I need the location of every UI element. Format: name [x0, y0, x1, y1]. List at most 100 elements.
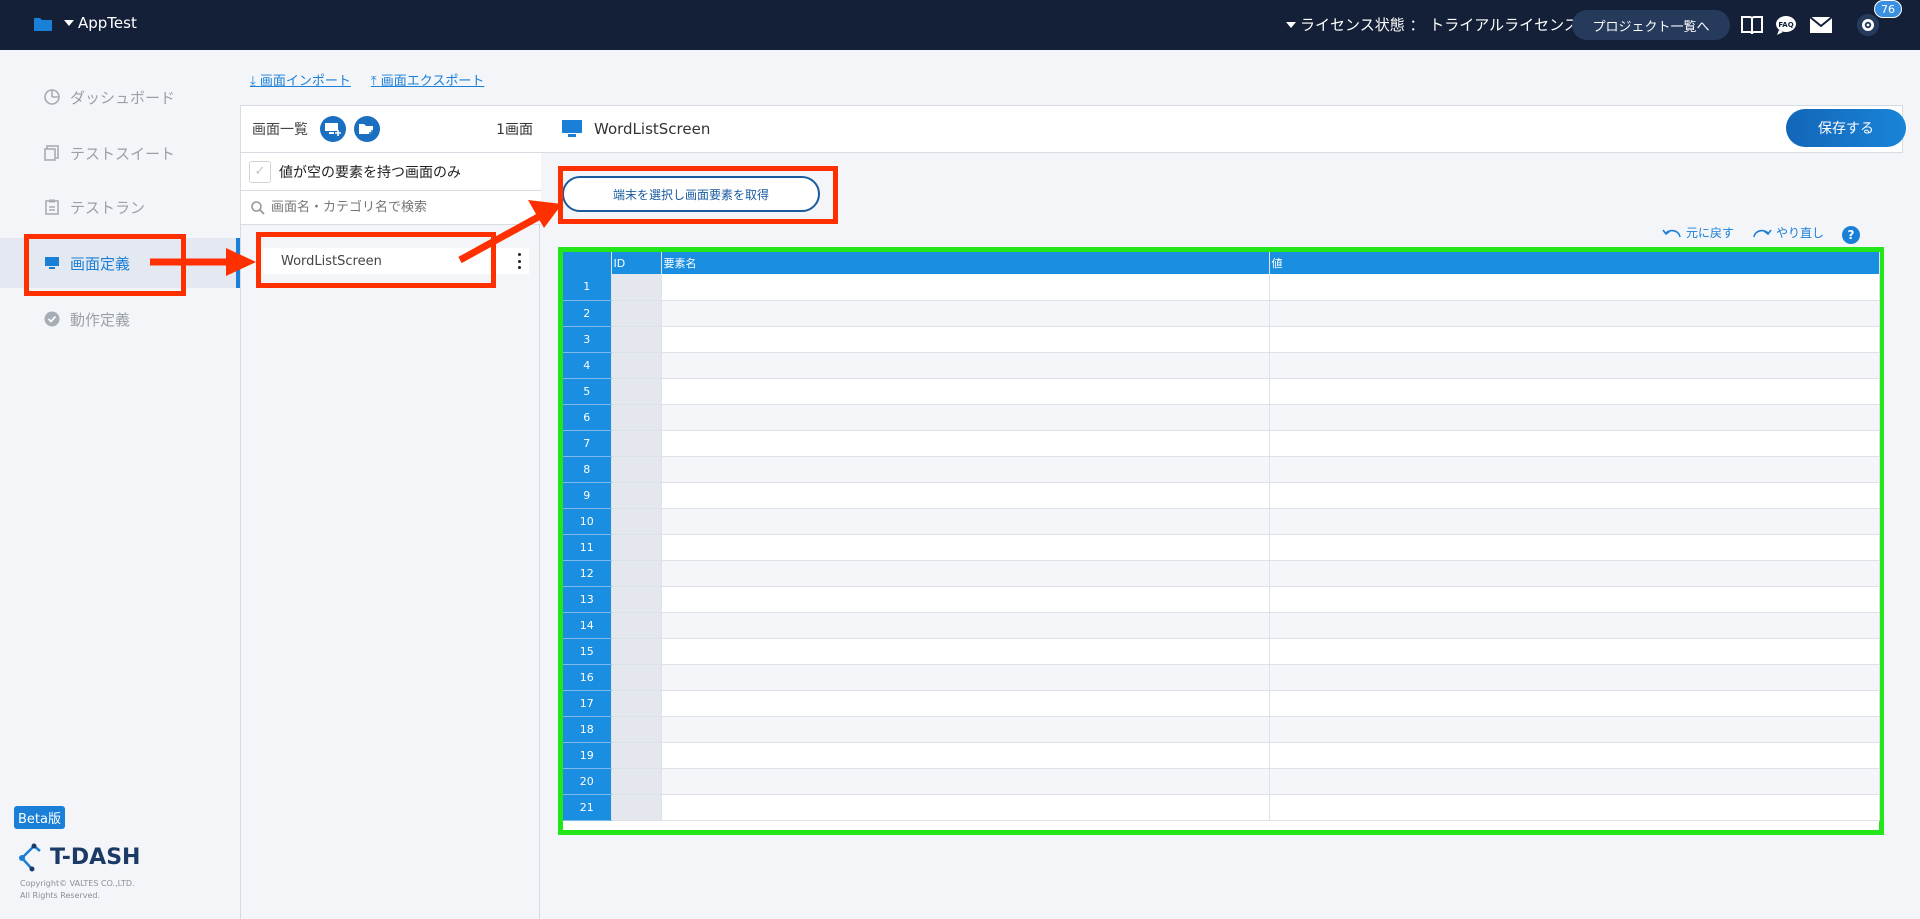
id-cell[interactable] [611, 768, 662, 795]
row-number[interactable]: 14 [563, 612, 612, 639]
value-cell[interactable] [1269, 794, 1880, 821]
sidebar-item-action-definition[interactable]: 動作定義 [0, 294, 240, 344]
row-number[interactable]: 18 [563, 716, 612, 743]
row-number[interactable]: 13 [563, 586, 612, 613]
element-name-cell[interactable] [661, 612, 1270, 639]
element-name-cell[interactable] [661, 638, 1270, 665]
id-cell[interactable] [611, 690, 662, 717]
element-name-cell[interactable] [661, 300, 1270, 327]
value-cell[interactable] [1269, 508, 1880, 535]
value-cell[interactable] [1269, 274, 1880, 301]
value-cell[interactable] [1269, 430, 1880, 457]
element-name-cell[interactable] [661, 768, 1270, 795]
row-number[interactable]: 19 [563, 742, 612, 769]
id-cell[interactable] [611, 378, 662, 405]
save-button[interactable]: 保存する [1786, 109, 1906, 147]
value-cell[interactable] [1269, 404, 1880, 431]
id-cell[interactable] [611, 794, 662, 821]
value-cell[interactable] [1269, 742, 1880, 769]
row-number[interactable]: 16 [563, 664, 612, 691]
element-name-cell[interactable] [661, 482, 1270, 509]
license-status[interactable]: ライセンス状態 ： トライアルライセンス [1286, 14, 1579, 35]
element-name-cell[interactable] [661, 560, 1270, 587]
row-number[interactable]: 20 [563, 768, 612, 795]
id-cell[interactable] [611, 508, 662, 535]
row-number[interactable]: 21 [563, 794, 612, 821]
id-cell[interactable] [611, 664, 662, 691]
row-number[interactable]: 11 [563, 534, 612, 561]
value-cell[interactable] [1269, 586, 1880, 613]
faq-icon[interactable]: FAQ [1774, 13, 1798, 37]
redo-button[interactable]: やり直し [1752, 224, 1824, 241]
row-number[interactable]: 10 [563, 508, 612, 535]
id-cell[interactable] [611, 560, 662, 587]
row-number[interactable]: 5 [563, 378, 612, 405]
id-cell[interactable] [611, 534, 662, 561]
element-name-cell[interactable] [661, 794, 1270, 821]
notification-badge[interactable]: 76 [1874, 0, 1902, 18]
id-cell[interactable] [611, 326, 662, 353]
folder-icon[interactable] [34, 16, 52, 31]
element-name-cell[interactable] [661, 586, 1270, 613]
row-number[interactable]: 9 [563, 482, 612, 509]
id-cell[interactable] [611, 482, 662, 509]
app-selector[interactable]: AppTest [64, 14, 137, 32]
row-number[interactable]: 3 [563, 326, 612, 353]
value-cell[interactable] [1269, 300, 1880, 327]
id-cell[interactable] [611, 404, 662, 431]
element-name-cell[interactable] [661, 456, 1270, 483]
value-cell[interactable] [1269, 638, 1880, 665]
project-list-button[interactable]: プロジェクト一覧へ [1572, 10, 1730, 40]
element-name-cell[interactable] [661, 508, 1270, 535]
add-category-button[interactable] [354, 116, 380, 142]
id-cell[interactable] [611, 456, 662, 483]
id-cell[interactable] [611, 300, 662, 327]
value-cell[interactable] [1269, 716, 1880, 743]
id-cell[interactable] [611, 612, 662, 639]
settings-gear-icon[interactable] [1856, 13, 1880, 37]
add-screen-button[interactable] [320, 116, 346, 142]
id-cell[interactable] [611, 716, 662, 743]
row-number[interactable]: 6 [563, 404, 612, 431]
empty-value-filter[interactable]: ✓ 値が空の要素を持つ画面のみ [241, 153, 541, 191]
row-number[interactable]: 17 [563, 690, 612, 717]
undo-button[interactable]: 元に戻す [1662, 224, 1734, 241]
value-cell[interactable] [1269, 690, 1880, 717]
mail-icon[interactable] [1809, 13, 1833, 37]
sidebar-item-test-run[interactable]: テストラン [0, 182, 240, 232]
import-link[interactable]: ⤓ 画面インポート [250, 70, 351, 89]
element-name-cell[interactable] [661, 742, 1270, 769]
value-cell[interactable] [1269, 352, 1880, 379]
id-cell[interactable] [611, 586, 662, 613]
sidebar-item-test-suite[interactable]: テストスイート [0, 128, 240, 178]
element-name-cell[interactable] [661, 430, 1270, 457]
element-name-cell[interactable] [661, 352, 1270, 379]
element-name-cell[interactable] [661, 534, 1270, 561]
element-name-cell[interactable] [661, 378, 1270, 405]
value-cell[interactable] [1269, 612, 1880, 639]
row-number[interactable]: 8 [563, 456, 612, 483]
id-cell[interactable] [611, 430, 662, 457]
export-link[interactable]: ⤒ 画面エクスポート [371, 70, 485, 89]
value-cell[interactable] [1269, 534, 1880, 561]
value-cell[interactable] [1269, 664, 1880, 691]
element-name-cell[interactable] [661, 690, 1270, 717]
more-options-icon[interactable] [517, 253, 521, 269]
help-icon[interactable]: ? [1842, 226, 1860, 244]
value-cell[interactable] [1269, 378, 1880, 405]
value-cell[interactable] [1269, 456, 1880, 483]
sidebar-item-dashboard[interactable]: ダッシュボード [0, 72, 240, 122]
value-cell[interactable] [1269, 326, 1880, 353]
row-number[interactable]: 2 [563, 300, 612, 327]
element-name-cell[interactable] [661, 716, 1270, 743]
row-number[interactable]: 7 [563, 430, 612, 457]
value-cell[interactable] [1269, 482, 1880, 509]
id-cell[interactable] [611, 274, 662, 301]
element-name-cell[interactable] [661, 404, 1270, 431]
value-cell[interactable] [1269, 560, 1880, 587]
checkbox-icon[interactable]: ✓ [249, 160, 271, 183]
id-cell[interactable] [611, 742, 662, 769]
row-number[interactable]: 4 [563, 352, 612, 379]
value-cell[interactable] [1269, 768, 1880, 795]
element-name-cell[interactable] [661, 274, 1270, 301]
